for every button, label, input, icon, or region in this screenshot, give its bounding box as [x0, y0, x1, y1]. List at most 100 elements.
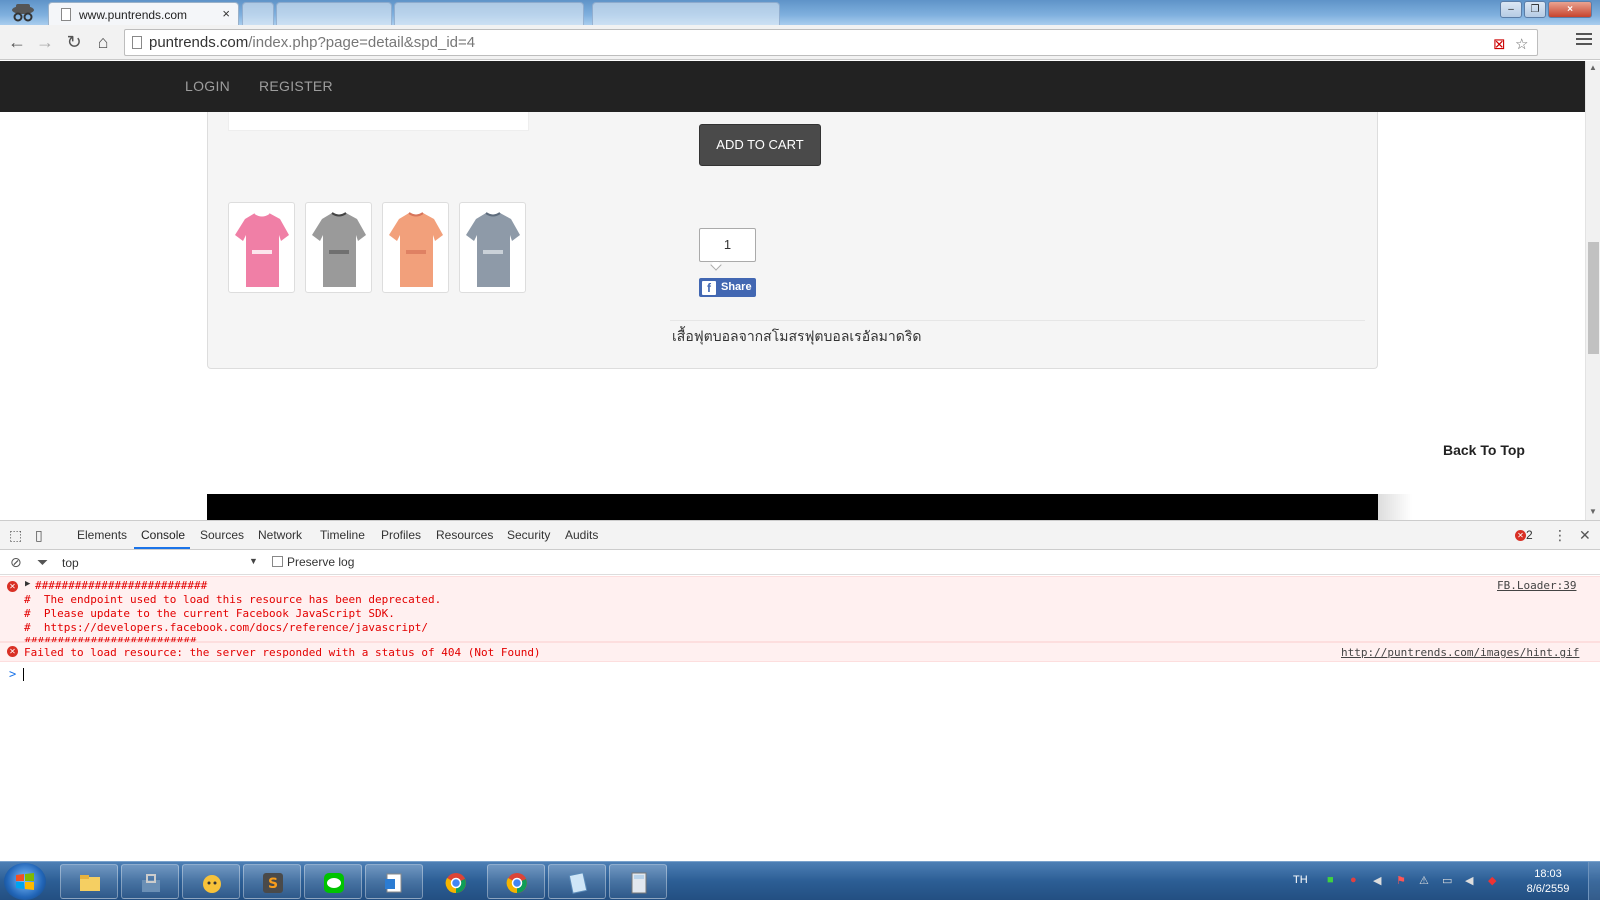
scroll-down-arrow-icon[interactable]: ▼ [1589, 507, 1597, 516]
tab-resources[interactable]: Resources [436, 528, 493, 542]
more-options-icon[interactable]: ⋮ [1553, 527, 1567, 544]
console-source-link[interactable]: http://puntrends.com/images/hint.gif [1341, 646, 1579, 659]
devtools-tabbar: ⬚ ▯ Elements Console Sources Network Tim… [0, 521, 1600, 550]
taskbar-chat-app[interactable] [182, 864, 240, 899]
browser-tab-background-2[interactable] [394, 2, 584, 25]
site-navbar: LOGIN REGISTER [0, 61, 1585, 112]
tab-audits[interactable]: Audits [565, 528, 598, 542]
expand-arrow-icon[interactable]: ▶ [25, 579, 30, 589]
language-indicator[interactable]: TH [1293, 874, 1308, 886]
yellow-character-icon [203, 875, 221, 893]
browser-tab-background-3[interactable] [592, 2, 780, 25]
window-close-button[interactable]: × [1548, 1, 1592, 18]
system-clock[interactable]: 18:03 8/6/2559 [1512, 867, 1584, 897]
device-mode-icon[interactable]: ▯ [35, 527, 43, 544]
page-info-icon[interactable] [132, 36, 142, 49]
windows-logo-icon [16, 873, 34, 890]
thumbnail-pink-jersey[interactable] [228, 202, 295, 293]
taskbar-chrome-pinned[interactable] [426, 864, 484, 899]
tab-close-icon[interactable]: × [222, 6, 230, 21]
thumbnail-blue-grey-jersey[interactable] [459, 202, 526, 293]
thumbnail-orange-jersey[interactable] [382, 202, 449, 293]
tab-elements[interactable]: Elements [77, 528, 127, 542]
taskbar-office[interactable] [365, 864, 423, 899]
inspect-element-icon[interactable]: ⬚ [9, 527, 22, 544]
context-selector[interactable]: top [62, 556, 79, 570]
chrome-icon [445, 873, 466, 894]
preserve-log-checkbox[interactable]: Preserve log [272, 555, 354, 569]
thumbnail-grey-jersey[interactable] [305, 202, 372, 293]
blocked-popup-icon[interactable]: ⊠ [1493, 35, 1506, 53]
tab-title: www.puntrends.com [79, 8, 188, 22]
taskbar-security-app[interactable] [121, 864, 179, 899]
incognito-icon [12, 4, 34, 22]
tray-flag-error-icon[interactable]: ⚑ [1396, 874, 1406, 887]
home-icon[interactable]: ⌂ [92, 31, 114, 53]
tray-network-icon[interactable]: ▭ [1442, 874, 1452, 887]
filter-icon[interactable]: ⏷ [37, 554, 48, 571]
back-to-top-link[interactable]: Back To Top [1443, 442, 1525, 458]
tab-profiles[interactable]: Profiles [381, 528, 421, 542]
tray-volume-icon[interactable]: ◀ [1465, 874, 1473, 887]
login-link[interactable]: LOGIN [185, 78, 230, 94]
reload-icon[interactable]: ↻ [63, 31, 85, 53]
add-to-cart-button[interactable]: ADD TO CART [699, 124, 821, 166]
back-arrow-icon[interactable]: ← [6, 31, 28, 53]
url-text: puntrends.com/index.php?page=detail&spd_… [149, 34, 475, 51]
tab-network[interactable]: Network [258, 528, 302, 542]
forward-arrow-icon[interactable]: → [34, 31, 56, 53]
facebook-share-button[interactable]: f Share [699, 278, 756, 297]
taskbar-chrome-active[interactable] [487, 864, 545, 899]
taskbar-sublime-text[interactable]: S [243, 864, 301, 899]
register-link[interactable]: REGISTER [259, 78, 333, 94]
product-panel: ADD TO CART 1 f Share เสื้อฟุตบอลจากสโมส… [207, 112, 1378, 369]
checkbox-box[interactable] [272, 556, 283, 567]
chrome-icon [506, 873, 527, 894]
share-label: Share [721, 281, 752, 293]
star-icon[interactable]: ☆ [1515, 35, 1528, 53]
tab-security[interactable]: Security [507, 528, 550, 542]
console-input[interactable] [23, 668, 24, 681]
tray-action-center-icon[interactable]: ⚠ [1419, 874, 1429, 887]
console-error-message: ✕ ▶ ########################## # The end… [0, 576, 1600, 648]
line-app-icon [324, 873, 344, 893]
error-icon: ✕ [1515, 530, 1526, 541]
address-bar[interactable]: puntrends.com/index.php?page=detail&spd_… [124, 29, 1538, 56]
tray-speaker-muted-icon[interactable]: ◀ [1373, 874, 1381, 887]
product-description: เสื้อฟุตบอลจากสโมสรฟุตบอลเรอัลมาดริด [672, 328, 922, 344]
scrollbar-thumb[interactable] [1588, 242, 1599, 354]
console-line: # The endpoint used to load this resourc… [24, 593, 442, 606]
clear-console-icon[interactable]: ⊘ [10, 554, 22, 571]
jersey-image [466, 212, 520, 287]
clock-date: 8/6/2559 [1526, 883, 1570, 895]
tab-sources[interactable]: Sources [200, 528, 244, 542]
page-scrollbar[interactable]: ▲ ▼ [1585, 61, 1600, 520]
new-tab-button[interactable] [242, 2, 274, 25]
tab-timeline[interactable]: Timeline [320, 528, 365, 542]
taskbar-calculator[interactable] [609, 864, 667, 899]
tab-console[interactable]: Console [141, 528, 185, 542]
taskbar-explorer[interactable] [60, 864, 118, 899]
scroll-up-arrow-icon[interactable]: ▲ [1589, 63, 1597, 72]
tray-alert-icon[interactable]: ● [1350, 874, 1357, 886]
taskbar-notepad[interactable] [548, 864, 606, 899]
calculator-icon [631, 872, 647, 894]
console-prompt-icon: > [9, 667, 17, 681]
context-dropdown-arrow-icon[interactable]: ▼ [249, 556, 258, 566]
console-source-link[interactable]: FB.Loader:39 [1497, 579, 1576, 592]
window-minimize-button[interactable]: – [1500, 1, 1522, 18]
footer-shadow [1378, 494, 1412, 520]
browser-tab-active[interactable]: www.puntrends.com × [48, 2, 239, 25]
devtools-close-icon[interactable]: ✕ [1579, 527, 1591, 544]
start-button[interactable] [4, 863, 46, 900]
show-desktop-button[interactable] [1588, 862, 1600, 900]
window-maximize-button[interactable]: ❐ [1524, 1, 1546, 18]
browser-tab-background-1[interactable] [276, 2, 392, 25]
tray-network-app-icon[interactable]: ■ [1327, 874, 1334, 886]
preserve-log-label: Preserve log [287, 555, 355, 569]
taskbar-line[interactable] [304, 864, 362, 899]
tray-adobe-icon[interactable]: ◆ [1488, 874, 1496, 887]
hamburger-menu-icon[interactable] [1576, 33, 1592, 49]
error-counter[interactable]: ✕ 2 [1515, 528, 1533, 542]
console-line: # https://developers.facebook.com/docs/r… [24, 621, 428, 634]
